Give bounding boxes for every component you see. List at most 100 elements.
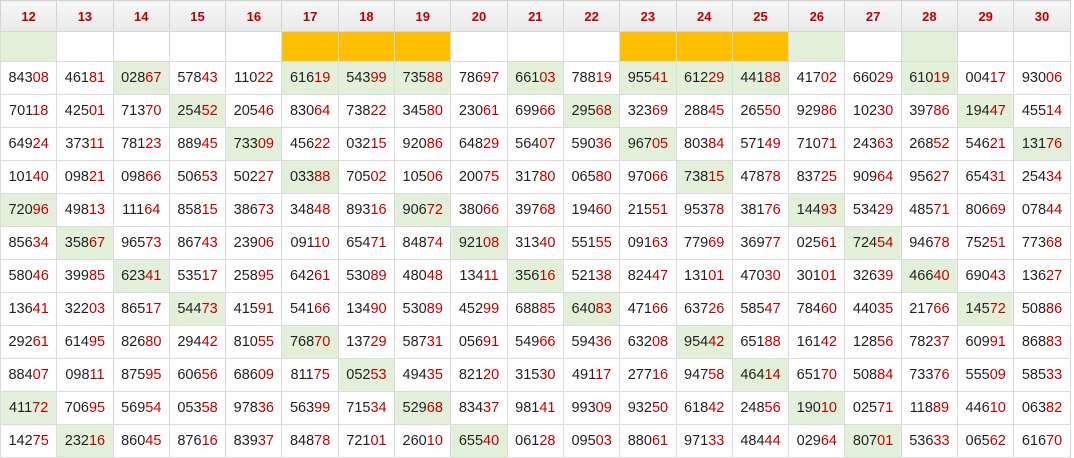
number-cell[interactable]: 53633: [900, 424, 959, 458]
number-cell[interactable]: 31780: [506, 160, 564, 194]
number-cell[interactable]: 66103: [506, 61, 564, 95]
number-cell[interactable]: 73815: [675, 160, 733, 194]
number-cell[interactable]: 61670: [1013, 424, 1071, 458]
number-cell[interactable]: 19010: [788, 391, 846, 425]
column-header[interactable]: 19: [394, 0, 452, 32]
number-cell[interactable]: 37311: [56, 127, 114, 161]
number-cell[interactable]: 76870: [281, 325, 339, 359]
number-cell[interactable]: 57843: [168, 61, 227, 95]
number-cell[interactable]: 90964: [844, 160, 902, 194]
number-cell[interactable]: 03388: [281, 160, 339, 194]
marker-cell[interactable]: [562, 31, 621, 62]
number-cell[interactable]: 10140: [0, 160, 58, 194]
number-cell[interactable]: 68885: [506, 292, 564, 326]
number-cell[interactable]: 94758: [675, 358, 733, 392]
number-cell[interactable]: 72101: [337, 424, 396, 458]
number-cell[interactable]: 30101: [788, 259, 846, 293]
number-cell[interactable]: 64083: [562, 292, 621, 326]
number-cell[interactable]: 96573: [112, 226, 170, 260]
number-cell[interactable]: 21766: [900, 292, 959, 326]
number-cell[interactable]: 07844: [1013, 193, 1071, 227]
marker-cell[interactable]: [225, 31, 283, 62]
number-cell[interactable]: 90672: [394, 193, 452, 227]
number-cell[interactable]: 50227: [225, 160, 283, 194]
number-cell[interactable]: 50884: [844, 358, 902, 392]
column-header[interactable]: 28: [900, 0, 959, 32]
number-cell[interactable]: 86883: [1013, 325, 1071, 359]
number-cell[interactable]: 42501: [56, 94, 114, 128]
marker-cell[interactable]: [619, 31, 677, 62]
number-cell[interactable]: 93006: [1013, 61, 1071, 95]
number-cell[interactable]: 27716: [619, 358, 677, 392]
number-cell[interactable]: 61229: [675, 61, 733, 95]
number-cell[interactable]: 03215: [337, 127, 396, 161]
number-cell[interactable]: 25895: [225, 259, 283, 293]
number-cell[interactable]: 65188: [731, 325, 790, 359]
number-cell[interactable]: 21551: [619, 193, 677, 227]
number-cell[interactable]: 52968: [394, 391, 452, 425]
number-cell[interactable]: 87616: [168, 424, 227, 458]
number-cell[interactable]: 47166: [619, 292, 677, 326]
number-cell[interactable]: 02867: [112, 61, 170, 95]
number-cell[interactable]: 97836: [225, 391, 283, 425]
marker-cell[interactable]: [844, 31, 902, 62]
number-cell[interactable]: 54399: [337, 61, 396, 95]
column-header[interactable]: 18: [337, 0, 396, 32]
column-header[interactable]: 27: [844, 0, 902, 32]
number-cell[interactable]: 20546: [225, 94, 283, 128]
number-cell[interactable]: 75251: [957, 226, 1015, 260]
number-cell[interactable]: 63208: [619, 325, 677, 359]
number-cell[interactable]: 26010: [394, 424, 452, 458]
number-cell[interactable]: 60656: [168, 358, 227, 392]
number-cell[interactable]: 16142: [788, 325, 846, 359]
number-cell[interactable]: 61019: [900, 61, 959, 95]
number-cell[interactable]: 13411: [450, 259, 508, 293]
marker-cell[interactable]: [788, 31, 846, 62]
number-cell[interactable]: 19460: [562, 193, 621, 227]
number-cell[interactable]: 50653: [168, 160, 227, 194]
number-cell[interactable]: 13490: [337, 292, 396, 326]
number-cell[interactable]: 65170: [788, 358, 846, 392]
number-cell[interactable]: 26550: [731, 94, 790, 128]
number-cell[interactable]: 69966: [506, 94, 564, 128]
number-cell[interactable]: 60991: [957, 325, 1015, 359]
number-cell[interactable]: 86743: [168, 226, 227, 260]
marker-cell[interactable]: [281, 31, 339, 62]
number-cell[interactable]: 14572: [957, 292, 1015, 326]
number-cell[interactable]: 06128: [506, 424, 564, 458]
number-cell[interactable]: 20075: [450, 160, 508, 194]
number-cell[interactable]: 49435: [394, 358, 452, 392]
number-cell[interactable]: 29442: [168, 325, 227, 359]
number-cell[interactable]: 54621: [957, 127, 1015, 161]
number-cell[interactable]: 14275: [0, 424, 58, 458]
number-cell[interactable]: 56407: [506, 127, 564, 161]
number-cell[interactable]: 78697: [450, 61, 508, 95]
column-header[interactable]: 22: [562, 0, 621, 32]
number-cell[interactable]: 45514: [1013, 94, 1071, 128]
number-cell[interactable]: 58046: [0, 259, 58, 293]
number-cell[interactable]: 11889: [900, 391, 959, 425]
number-cell[interactable]: 05358: [168, 391, 227, 425]
number-cell[interactable]: 64829: [450, 127, 508, 161]
number-cell[interactable]: 31340: [506, 226, 564, 260]
number-cell[interactable]: 80701: [844, 424, 902, 458]
number-cell[interactable]: 54473: [168, 292, 227, 326]
number-cell[interactable]: 78460: [788, 292, 846, 326]
marker-cell[interactable]: [900, 31, 959, 62]
number-cell[interactable]: 77969: [675, 226, 733, 260]
number-cell[interactable]: 23216: [56, 424, 114, 458]
number-cell[interactable]: 53429: [844, 193, 902, 227]
number-cell[interactable]: 88061: [619, 424, 677, 458]
number-cell[interactable]: 13176: [1013, 127, 1071, 161]
column-header[interactable]: 20: [450, 0, 508, 32]
column-header[interactable]: 15: [168, 0, 227, 32]
number-cell[interactable]: 39985: [56, 259, 114, 293]
number-cell[interactable]: 70695: [56, 391, 114, 425]
number-cell[interactable]: 65540: [450, 424, 508, 458]
number-cell[interactable]: 44188: [731, 61, 790, 95]
number-cell[interactable]: 26852: [900, 127, 959, 161]
number-cell[interactable]: 92086: [394, 127, 452, 161]
number-cell[interactable]: 89316: [337, 193, 396, 227]
number-cell[interactable]: 53517: [168, 259, 227, 293]
marker-cell[interactable]: [394, 31, 452, 62]
